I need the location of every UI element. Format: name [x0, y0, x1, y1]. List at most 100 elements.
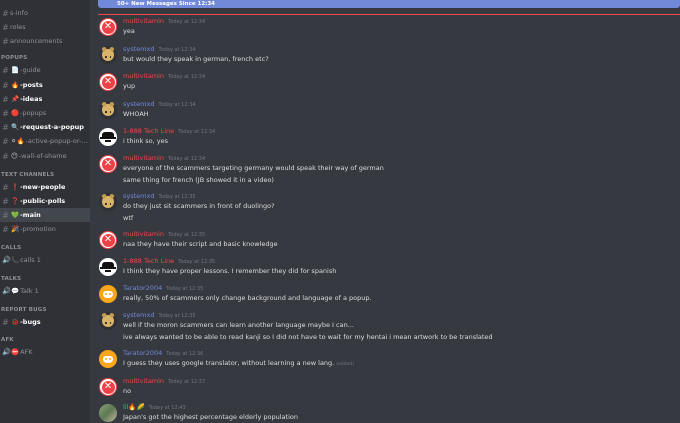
message-header: multivitamin Today at 12:35	[123, 230, 205, 238]
channel-popups[interactable]: # 🔴 -popups	[0, 106, 90, 120]
author-name[interactable]: systemxd	[123, 192, 154, 200]
channel-emoji: ❗	[11, 183, 20, 191]
channel-posts[interactable]: # 🔥 -posts	[0, 78, 90, 92]
category-afk[interactable]: AFK	[1, 337, 14, 343]
hash-icon: #	[2, 22, 9, 32]
category-popups[interactable]: POPUPS	[1, 55, 27, 61]
hash-icon: #	[2, 36, 9, 46]
channel-label: Talk 1	[20, 287, 39, 295]
channel-wall-of-shame[interactable]: # 😶 -wall-of-shame	[0, 149, 90, 163]
avatar[interactable]	[99, 46, 117, 64]
timestamp: Today at 12:37	[168, 379, 206, 385]
category-text-channels[interactable]: TEXT CHANNELS	[1, 172, 54, 178]
channel-promotion[interactable]: # 🎉 -promotion	[0, 222, 90, 236]
channel-request-a-popup[interactable]: # 🔍 -request-a-popup	[0, 120, 90, 134]
timestamp: Today at 12:35	[158, 194, 196, 200]
avatar[interactable]: ✕	[99, 73, 117, 91]
channel-label: -guide	[20, 66, 41, 74]
avatar[interactable]: ✕	[99, 155, 117, 173]
message-text: but would they speak in german, french e…	[123, 55, 269, 63]
message-header: 1-888 Tech Line Today at 12:35	[123, 257, 215, 265]
channel-label: -main	[20, 211, 41, 219]
hash-icon: #	[2, 182, 9, 192]
avatar[interactable]	[99, 285, 117, 303]
channel-s-info[interactable]: # s-info	[0, 6, 90, 20]
message-text: Japan's got the highest percentage elder…	[123, 413, 298, 421]
category-report-bugs[interactable]: REPORT BUGS	[1, 307, 47, 313]
channel-emoji: ⛔	[11, 348, 20, 356]
timestamp: Today at 12:34	[168, 156, 206, 162]
channel-talk-1[interactable]: 🔊 💬 Talk 1	[0, 284, 90, 298]
channel-emoji: 📌	[11, 95, 20, 103]
author-name[interactable]: multivitamin	[123, 17, 164, 25]
new-messages-banner[interactable]: 50+ New Messages Since 12:34	[98, 0, 680, 8]
channel-main[interactable]: # 💚 -main	[0, 208, 90, 222]
channel-label: -new-people	[20, 183, 66, 191]
channel-emoji: ⚪🔥	[11, 137, 25, 145]
author-name[interactable]: lil🔥🌽	[123, 403, 145, 411]
channel-afk[interactable]: 🔊 ⛔ AFK	[0, 345, 90, 359]
avatar[interactable]	[99, 101, 117, 119]
message-text: yea	[123, 27, 135, 35]
channel-guide[interactable]: # 📄 -guide	[0, 63, 90, 77]
channel-roles[interactable]: # roles	[0, 20, 90, 34]
avatar[interactable]	[99, 404, 117, 422]
speaker-icon: 🔊	[2, 256, 11, 264]
avatar[interactable]: ✕	[99, 18, 117, 36]
author-name[interactable]: multivitamin	[123, 72, 164, 80]
author-name[interactable]: 1-888 Tech Line	[123, 257, 174, 265]
author-name[interactable]: 1-888 Tech Line	[123, 127, 174, 135]
category-calls[interactable]: CALLS	[1, 245, 21, 251]
message-text: naa they have their script and basic kno…	[123, 240, 278, 248]
message-text: do they just sit scammers in front of du…	[123, 202, 275, 210]
author-name[interactable]: multivitamin	[123, 230, 164, 238]
timestamp: Today at 12:43	[148, 405, 186, 411]
avatar[interactable]: ✕	[99, 378, 117, 396]
channel-bugs[interactable]: # 🐞 -bugs	[0, 315, 90, 329]
author-name[interactable]: systemxd	[123, 311, 154, 319]
timestamp: Today at 12:35	[178, 259, 216, 265]
message-header: systemxd Today at 12:35	[123, 311, 196, 319]
timestamp: Today at 12:35	[168, 232, 206, 238]
timestamp: Today at 12:36	[166, 351, 204, 357]
channel-public-polls[interactable]: # ❓ -public-polls	[0, 194, 90, 208]
channel-ideas[interactable]: # 📌 -ideas	[0, 92, 90, 106]
hash-icon: #	[2, 122, 9, 132]
channel-emoji: 🎉	[11, 225, 20, 233]
channel-label: -bugs	[20, 318, 41, 326]
timestamp: Today at 12:35	[166, 286, 204, 292]
author-name[interactable]: Tarator2004	[123, 284, 162, 292]
avatar[interactable]	[99, 258, 117, 276]
author-name[interactable]: multivitamin	[123, 377, 164, 385]
avatar[interactable]: ✕	[99, 231, 117, 249]
author-name[interactable]: multivitamin	[123, 154, 164, 162]
channel-label: s-info	[10, 9, 28, 17]
message-header: systemxd Today at 12:34	[123, 45, 196, 53]
hash-icon: #	[2, 224, 9, 234]
message-header: systemxd Today at 12:35	[123, 192, 196, 200]
category-talks[interactable]: TALKS	[1, 276, 21, 282]
channel-new-people[interactable]: # ❗ -new-people	[0, 180, 90, 194]
channel-sidebar: # s-info # roles # announcements POPUPS # 📄 -guid…	[0, 0, 90, 423]
channel-calls-1[interactable]: 🔊 📞 calls 1	[0, 253, 90, 267]
hash-icon: #	[2, 108, 9, 118]
channel-emoji: 😶	[11, 152, 18, 160]
avatar[interactable]	[99, 312, 117, 330]
author-name[interactable]: systemxd	[123, 100, 154, 108]
message-header: systemxd Today at 12:34	[123, 100, 196, 108]
hash-icon: #	[2, 196, 9, 206]
avatar[interactable]	[99, 128, 117, 146]
author-name[interactable]: systemxd	[123, 45, 154, 53]
avatar[interactable]	[99, 350, 117, 368]
message-text: WHOAH	[123, 110, 149, 118]
channel-label: -ideas	[20, 95, 43, 103]
hash-icon: #	[2, 210, 9, 220]
channel-emoji: 💚	[11, 211, 20, 219]
author-name[interactable]: Tarator2004	[123, 349, 162, 357]
timestamp: Today at 12:34	[168, 74, 206, 80]
avatar[interactable]	[99, 193, 117, 211]
channel-announcements[interactable]: # announcements	[0, 34, 90, 48]
channel-label: -active-popup-or-n...	[25, 137, 90, 145]
channel-emoji: 🔍	[11, 123, 20, 131]
channel-active-popup-or-n[interactable]: # ⚪🔥 -active-popup-or-n...	[0, 134, 90, 148]
